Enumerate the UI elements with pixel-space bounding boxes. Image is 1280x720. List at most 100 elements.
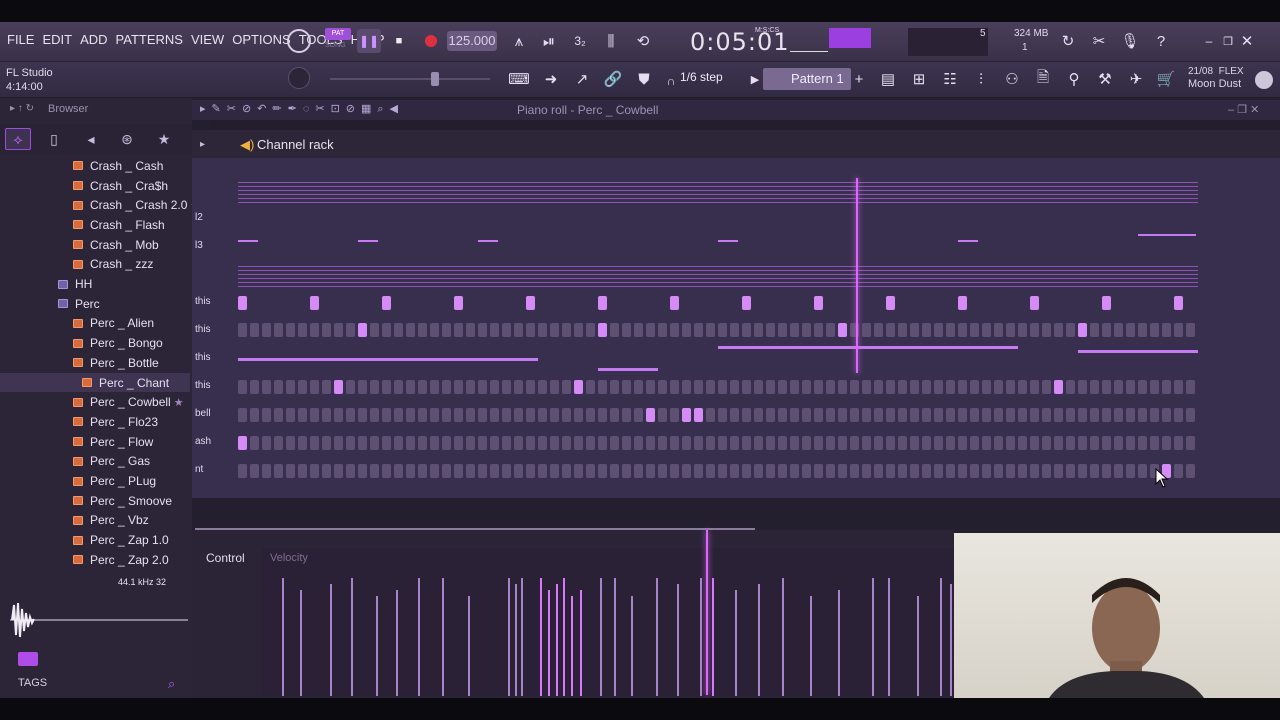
step-button[interactable]	[682, 323, 691, 337]
step-button[interactable]	[538, 323, 547, 337]
velocity-bar[interactable]	[872, 578, 874, 696]
step-button[interactable]	[1030, 323, 1039, 337]
step-button[interactable]	[466, 296, 475, 310]
step-button[interactable]	[682, 408, 691, 422]
velocity-bar[interactable]	[515, 584, 517, 696]
mixer-icon[interactable]: ⫶	[970, 68, 992, 90]
step-button[interactable]	[1174, 464, 1183, 478]
step-button[interactable]	[814, 380, 823, 394]
step-button[interactable]	[382, 380, 391, 394]
step-button[interactable]	[442, 436, 451, 450]
step-button[interactable]	[670, 323, 679, 337]
step-button[interactable]	[406, 408, 415, 422]
step-button[interactable]	[238, 296, 247, 310]
step-button[interactable]	[1138, 436, 1147, 450]
piano-roll-tools-icon[interactable]: ▸✎✂⊘↶✏✒◌✂⊡⊘▦⌕◀	[200, 102, 404, 116]
velocity-bar[interactable]	[810, 596, 812, 696]
step-button[interactable]	[1102, 323, 1111, 337]
velocity-bar[interactable]	[838, 590, 840, 696]
step-button[interactable]	[862, 323, 871, 337]
step-button[interactable]	[1030, 436, 1039, 450]
step-button[interactable]	[922, 436, 931, 450]
step-button[interactable]	[250, 296, 259, 310]
channel-label[interactable]: this	[195, 296, 211, 307]
browser-file-item[interactable]: Perc _ Zap 1.0	[73, 530, 169, 550]
step-button[interactable]	[322, 436, 331, 450]
channel-label[interactable]: this	[195, 380, 211, 391]
step-button[interactable]	[1162, 296, 1171, 310]
step-button[interactable]	[478, 296, 487, 310]
step-button[interactable]	[298, 464, 307, 478]
sounds-tab-icon[interactable]: ⊛	[114, 128, 140, 150]
step-button[interactable]	[586, 380, 595, 394]
step-button[interactable]	[1018, 436, 1027, 450]
step-button[interactable]	[526, 296, 535, 310]
step-button[interactable]	[598, 464, 607, 478]
step-button[interactable]	[958, 380, 967, 394]
browser-file-item[interactable]: Perc _ Zap 2.0	[73, 550, 169, 570]
step-button[interactable]	[1078, 464, 1087, 478]
step-button[interactable]	[298, 408, 307, 422]
step-button[interactable]	[382, 436, 391, 450]
step-button[interactable]	[1054, 408, 1063, 422]
velocity-bar[interactable]	[600, 578, 602, 696]
current-project-tab-icon[interactable]: ▯	[41, 128, 67, 150]
project-tree-icon[interactable]: ⚇	[1001, 68, 1023, 90]
step-button[interactable]	[406, 436, 415, 450]
step-button[interactable]	[454, 464, 463, 478]
step-button[interactable]	[454, 380, 463, 394]
step-button[interactable]	[454, 296, 463, 310]
step-button[interactable]	[682, 436, 691, 450]
step-button[interactable]	[886, 380, 895, 394]
step-button[interactable]	[790, 464, 799, 478]
step-button[interactable]	[502, 464, 511, 478]
step-button[interactable]	[550, 296, 559, 310]
step-button[interactable]	[418, 464, 427, 478]
browser-nav-icon[interactable]: ▸ ↑ ↻	[10, 103, 34, 114]
step-button[interactable]	[574, 323, 583, 337]
step-button[interactable]	[286, 380, 295, 394]
stop-button[interactable]: ■	[387, 29, 411, 53]
browser-file-item[interactable]: Perc _ Flo23	[73, 412, 158, 432]
step-button[interactable]	[586, 296, 595, 310]
browser-file-item[interactable]: Crash _ zzz	[73, 255, 153, 275]
step-button[interactable]	[1090, 408, 1099, 422]
browser-file-item[interactable]: Perc _ Flow	[73, 432, 153, 452]
velocity-bar[interactable]	[571, 596, 573, 696]
loop-record-icon[interactable]: ⟲	[632, 30, 654, 52]
step-button[interactable]	[466, 464, 475, 478]
step-button[interactable]	[706, 408, 715, 422]
magnet-icon[interactable]: ∩	[660, 70, 682, 92]
favorites-tab-icon[interactable]: ★	[151, 128, 177, 150]
step-button[interactable]	[322, 464, 331, 478]
step-button[interactable]	[634, 380, 643, 394]
step-button[interactable]	[898, 380, 907, 394]
step-button[interactable]	[658, 408, 667, 422]
velocity-bar[interactable]	[300, 590, 302, 696]
step-button[interactable]	[934, 408, 943, 422]
step-button[interactable]	[1054, 464, 1063, 478]
velocity-bar[interactable]	[563, 578, 565, 696]
step-button[interactable]	[1054, 436, 1063, 450]
step-button[interactable]	[526, 323, 535, 337]
step-button[interactable]	[694, 408, 703, 422]
step-button[interactable]	[886, 436, 895, 450]
step-button[interactable]	[358, 408, 367, 422]
step-button[interactable]	[694, 380, 703, 394]
step-button[interactable]	[910, 436, 919, 450]
browser-folder[interactable]: Perc	[58, 294, 100, 314]
channel-label[interactable]: this	[195, 324, 211, 335]
velocity-bar[interactable]	[330, 584, 332, 696]
step-button[interactable]	[886, 408, 895, 422]
step-button[interactable]	[538, 436, 547, 450]
step-button[interactable]	[406, 380, 415, 394]
step-button[interactable]	[514, 464, 523, 478]
step-button[interactable]	[886, 464, 895, 478]
step-button[interactable]	[622, 408, 631, 422]
step-button[interactable]	[778, 296, 787, 310]
step-button[interactable]	[778, 380, 787, 394]
step-button[interactable]	[802, 380, 811, 394]
browser-file-item[interactable]: Crash _ Cash	[73, 156, 163, 176]
step-button[interactable]	[298, 296, 307, 310]
browser-file-item[interactable]: Perc _ Gas	[73, 452, 150, 472]
